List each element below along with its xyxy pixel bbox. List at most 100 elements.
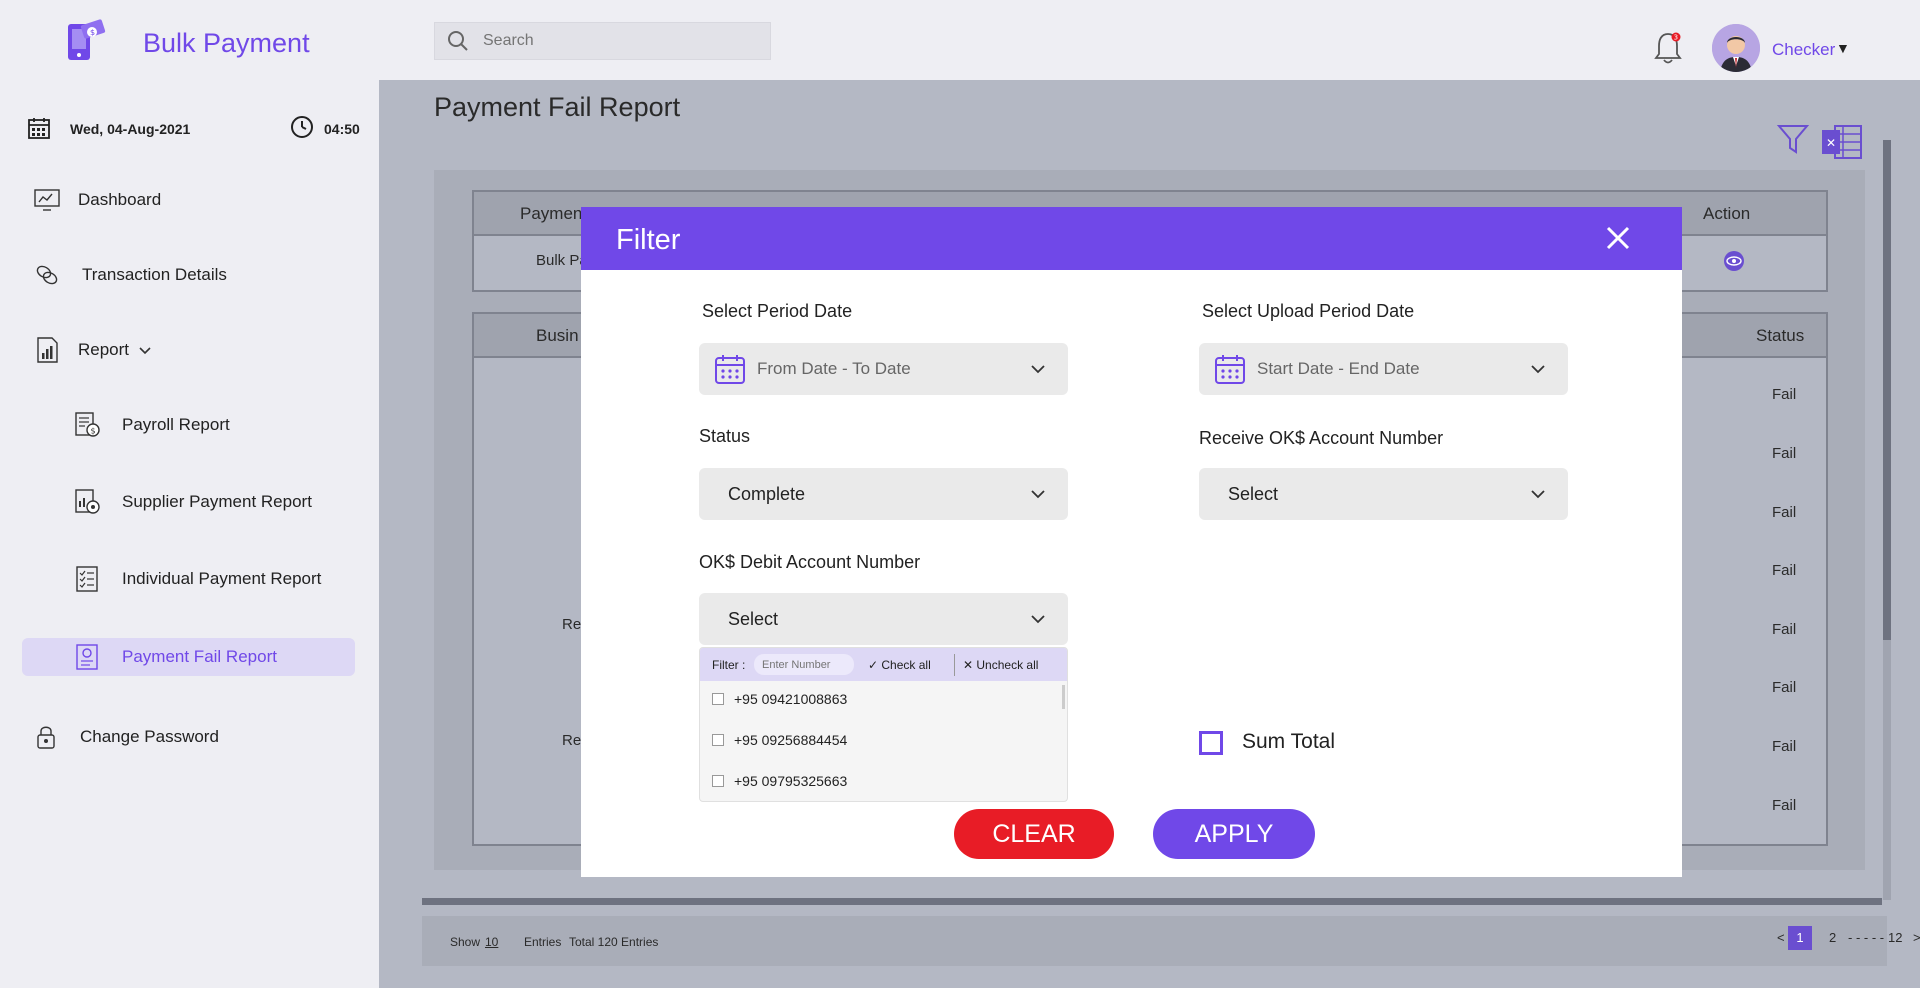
dropdown-scrollbar[interactable] — [1062, 685, 1065, 709]
calendar-icon — [28, 118, 50, 139]
debit-account-dropdown-panel: Filter : ✓ Check all ✕ Uncheck all +95 0… — [699, 647, 1068, 802]
lock-icon — [37, 726, 55, 749]
page-1-button[interactable]: 1 — [1788, 926, 1812, 950]
page-ellipsis: - - - - - — [1848, 930, 1885, 945]
uncheck-all-button[interactable]: ✕ Uncheck all — [963, 658, 1038, 672]
table-cell: Bulk Pa — [536, 252, 588, 269]
dropdown-option[interactable]: +95 09256884454 — [712, 732, 847, 748]
horizontal-scrollbar[interactable] — [422, 898, 1882, 905]
sidebar-item-report[interactable]: Report — [32, 335, 153, 365]
dropdown-filter-label: Filter : — [712, 658, 746, 672]
option-checkbox[interactable] — [712, 734, 724, 746]
view-eye-icon[interactable] — [1723, 250, 1745, 272]
filter-icon[interactable] — [1776, 122, 1810, 156]
svg-text:$: $ — [91, 427, 96, 436]
page-12-button[interactable]: 12 — [1888, 930, 1902, 945]
chevron-down-icon — [1031, 615, 1045, 624]
dropdown-filter-input[interactable] — [754, 654, 854, 675]
debit-account-select[interactable]: Select — [699, 593, 1068, 645]
search-bar[interactable] — [434, 22, 771, 60]
period-date-picker[interactable]: From Date - To Date — [699, 343, 1068, 395]
dashboard-icon — [34, 189, 60, 211]
receive-account-select-value: Select — [1228, 483, 1279, 504]
sidebar-item-label: Supplier Payment Report — [122, 492, 312, 511]
table-footer: Show 10 Entries Total 120 Entries < 1 2 … — [422, 916, 1920, 966]
check-all-button[interactable]: ✓ Check all — [868, 658, 931, 672]
transaction-icon — [36, 265, 58, 285]
option-label: +95 09795325663 — [734, 773, 848, 789]
bulk-payment-logo-icon: $ — [68, 19, 106, 60]
chevron-down-icon — [1531, 365, 1545, 374]
option-label: +95 09256884454 — [734, 732, 848, 748]
sum-total-checkbox[interactable] — [1199, 731, 1223, 755]
period-date-label: Select Period Date — [702, 301, 853, 321]
status-cell: Fail — [1772, 562, 1797, 579]
dropdown-option[interactable]: +95 09421008863 — [712, 691, 847, 707]
sidebar-item-dashboard[interactable]: Dashboard — [32, 185, 161, 215]
individual-icon — [76, 566, 98, 592]
option-checkbox[interactable] — [712, 775, 724, 787]
upload-period-date-label: Select Upload Period Date — [1202, 301, 1415, 321]
supplier-icon — [75, 489, 100, 514]
status-select[interactable]: Complete — [699, 468, 1068, 520]
sidebar-item-label: Payroll Report — [122, 415, 230, 434]
entries-label: Entries — [524, 935, 562, 949]
avatar[interactable] — [1712, 24, 1760, 72]
option-checkbox[interactable] — [712, 693, 724, 705]
calendar-icon — [715, 355, 745, 384]
user-menu-caret-icon[interactable]: ▼ — [1836, 40, 1850, 56]
report-icon — [37, 337, 58, 363]
show-label: Show — [450, 935, 481, 949]
top-header: $ Bulk Payment 3 Checker ▼ — [0, 0, 1920, 80]
status-cell: Fail — [1772, 797, 1797, 814]
total-entries: Total 120 Entries — [569, 935, 659, 949]
debit-account-select-value: Select — [728, 608, 779, 629]
user-avatar-icon — [1712, 24, 1760, 72]
table-cell: Re — [562, 616, 582, 633]
sidebar-item-change-password[interactable]: Change Password — [32, 722, 219, 752]
sidebar-item-payment-fail-report[interactable]: Payment Fail Report — [72, 642, 277, 672]
table-header-cell: Action — [1703, 204, 1751, 223]
sidebar-item-transaction-details[interactable]: Transaction Details — [32, 260, 227, 290]
dropdown-option[interactable]: +95 09795325663 — [712, 773, 847, 789]
svg-text:✕: ✕ — [1826, 136, 1836, 150]
table-header-cell: Status — [1756, 326, 1805, 345]
status-cell: Fail — [1772, 445, 1797, 462]
payment-fail-icon — [76, 644, 98, 670]
next-page-button[interactable]: > — [1913, 930, 1920, 945]
notification-bell-icon[interactable]: 3 — [1652, 30, 1684, 66]
page-size-select[interactable]: 10 — [485, 935, 498, 949]
apply-button[interactable]: APPLY — [1153, 809, 1315, 859]
vertical-scrollbar-thumb[interactable] — [1883, 140, 1891, 640]
modal-header: Filter — [581, 207, 1682, 270]
notification-count: 3 — [1674, 34, 1678, 42]
date-time-row: Wed, 04-Aug-2021 04:50 — [28, 113, 363, 143]
receive-account-label: Receive OK$ Account Number — [1199, 428, 1444, 448]
receive-account-select[interactable]: Select — [1199, 468, 1568, 520]
table-header-cell: Busin — [536, 326, 579, 345]
excel-export-icon[interactable]: ✕ — [1821, 123, 1863, 161]
calendar-icon — [1215, 355, 1245, 384]
upload-period-date-picker[interactable]: Start Date - End Date — [1199, 343, 1568, 395]
sidebar-item-label: Dashboard — [78, 190, 162, 209]
chevron-down-icon — [1531, 490, 1545, 499]
clear-button[interactable]: CLEAR — [954, 809, 1114, 859]
sidebar-item-label: Report — [78, 340, 130, 359]
user-name[interactable]: Checker — [1772, 40, 1835, 60]
status-cell: Fail — [1772, 504, 1797, 521]
page-2-button[interactable]: 2 — [1829, 930, 1836, 945]
sidebar-item-supplier-payment-report[interactable]: Supplier Payment Report — [72, 487, 312, 517]
search-input[interactable] — [483, 32, 743, 50]
period-date-placeholder: From Date - To Date — [757, 359, 911, 378]
sidebar-item-label: Transaction Details — [82, 265, 227, 284]
sidebar-item-label: Individual Payment Report — [122, 569, 322, 588]
status-select-value: Complete — [728, 483, 806, 504]
option-label: +95 09421008863 — [734, 691, 848, 707]
prev-page-button[interactable]: < — [1777, 930, 1785, 945]
close-icon[interactable] — [1601, 221, 1635, 255]
sidebar-item-payroll-report[interactable]: $ Payroll Report — [72, 410, 230, 440]
status-cell: Fail — [1772, 679, 1797, 696]
status-label: Status — [699, 426, 751, 446]
sidebar-item-individual-payment-report[interactable]: Individual Payment Report — [72, 564, 321, 594]
status-cell: Fail — [1772, 386, 1797, 403]
